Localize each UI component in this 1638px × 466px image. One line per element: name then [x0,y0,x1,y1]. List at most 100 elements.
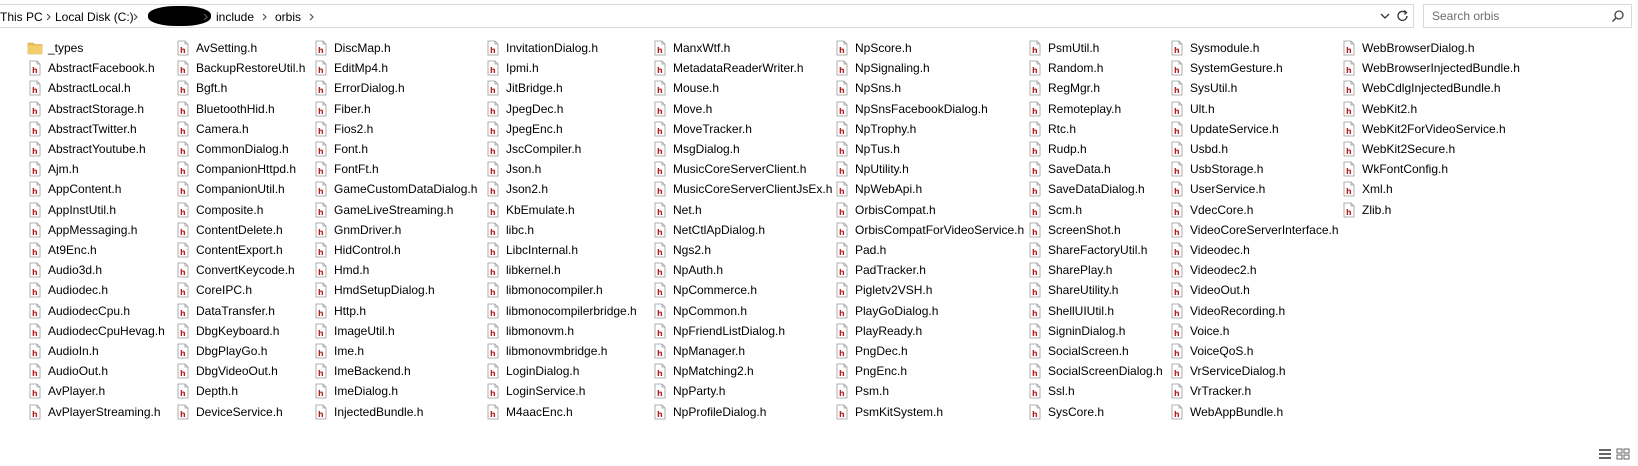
file-item[interactable]: h OrbisCompat.h [834,200,936,220]
file-item[interactable]: h NpTus.h [834,139,900,159]
file-item[interactable]: h NpProfileDialog.h [652,402,766,422]
file-item[interactable]: h At9Enc.h [27,240,97,260]
file-item[interactable]: h CommonDialog.h [175,139,289,159]
file-item[interactable]: h Rtc.h [1027,119,1076,139]
file-item[interactable]: h NpSnsFacebookDialog.h [834,99,988,119]
file-item[interactable]: h SysCore.h [1027,402,1104,422]
file-item[interactable]: h SigninDialog.h [1027,321,1125,341]
file-item[interactable]: h NpCommerce.h [652,280,757,300]
file-item[interactable]: h libmonovm.h [485,321,574,341]
search-input[interactable] [1432,8,1602,24]
file-item[interactable]: h Audiodec.h [27,280,108,300]
file-item[interactable]: h SysUtil.h [1169,78,1237,98]
file-item[interactable]: h libc.h [485,220,534,240]
file-item[interactable]: h DbgKeyboard.h [175,321,279,341]
file-item[interactable]: h ErrorDialog.h [313,78,405,98]
file-item[interactable]: h NpTrophy.h [834,119,916,139]
file-item[interactable]: h WebBrowserDialog.h [1341,38,1475,58]
file-item[interactable]: h UpdateService.h [1169,119,1279,139]
file-item[interactable]: h ScreenShot.h [1027,220,1121,240]
file-item[interactable]: h AppContent.h [27,179,121,199]
file-item[interactable]: h M4aacEnc.h [485,402,573,422]
file-item[interactable]: h Move.h [652,99,712,119]
file-item[interactable]: h VoiceQoS.h [1169,341,1253,361]
file-item[interactable]: h JpegDec.h [485,99,563,119]
file-item[interactable]: h GameCustomDataDialog.h [313,179,477,199]
file-item[interactable]: h ManxWtf.h [652,38,730,58]
file-item[interactable]: h SaveDataDialog.h [1027,179,1145,199]
file-item[interactable]: h DeviceService.h [175,402,283,422]
file-item[interactable]: h Remoteplay.h [1027,99,1121,119]
file-item[interactable]: h WebKit2.h [1341,99,1417,119]
file-item[interactable]: h NpSignaling.h [834,58,930,78]
file-item[interactable]: h AbstractTwitter.h [27,119,137,139]
file-item[interactable]: h Videodec.h [1169,240,1250,260]
file-item[interactable]: h MusicCoreServerClient.h [652,159,806,179]
file-item[interactable]: h PadTracker.h [834,260,926,280]
file-item[interactable]: h ContentExport.h [175,240,283,260]
file-item[interactable]: h VideoRecording.h [1169,301,1285,321]
breadcrumb-separator-icon[interactable] [44,9,54,25]
file-item[interactable]: h SystemGesture.h [1169,58,1283,78]
file-item[interactable]: h Camera.h [175,119,249,139]
file-item[interactable]: h Rudp.h [1027,139,1087,159]
breadcrumb-separator-icon[interactable] [131,9,141,25]
file-item[interactable]: h JitBridge.h [485,78,563,98]
file-item[interactable]: h Random.h [1027,58,1103,78]
file-item[interactable]: h RegMgr.h [1027,78,1100,98]
file-item[interactable]: h WebAppBundle.h [1169,402,1283,422]
file-item[interactable]: h WkFontConfig.h [1341,159,1448,179]
file-item[interactable]: h Ssl.h [1027,381,1075,401]
file-item[interactable]: h AudiodecCpuHevag.h [27,321,165,341]
file-item[interactable]: h AudiodecCpu.h [27,301,130,321]
breadcrumb-local-disk[interactable]: Local Disk (C:) [55,9,134,25]
file-item[interactable]: h WebCdlgInjectedBundle.h [1341,78,1501,98]
file-item[interactable]: h MsgDialog.h [652,139,740,159]
file-item[interactable]: h VideoOut.h [1169,280,1250,300]
file-item[interactable]: h LoginDialog.h [485,361,579,381]
file-item[interactable]: h CoreIPC.h [175,280,252,300]
file-item[interactable]: h FontFt.h [313,159,379,179]
file-item[interactable]: h Psm.h [834,381,889,401]
file-item[interactable]: h AvSetting.h [175,38,257,58]
file-item[interactable]: h Mouse.h [652,78,719,98]
file-item[interactable]: h SocialScreen.h [1027,341,1129,361]
file-item[interactable]: h Depth.h [175,381,238,401]
file-item[interactable]: h AbstractFacebook.h [27,58,155,78]
file-item[interactable]: h Font.h [313,139,368,159]
file-item[interactable]: h ImageUtil.h [313,321,395,341]
file-item[interactable]: h NpCommon.h [652,301,747,321]
file-item[interactable]: h Voice.h [1169,321,1229,341]
chevron-down-icon[interactable] [1376,7,1394,25]
file-item[interactable]: h Fiber.h [313,99,371,119]
file-item[interactable]: h Http.h [313,301,366,321]
file-item[interactable]: h DataTransfer.h [175,301,275,321]
file-item[interactable]: h NpManager.h [652,341,745,361]
file-item[interactable]: h WebKit2ForVideoService.h [1341,119,1506,139]
file-item[interactable]: h SaveData.h [1027,159,1111,179]
file-item[interactable]: h PngEnc.h [834,361,907,381]
file-item[interactable]: h Videodec2.h [1169,260,1257,280]
file-item[interactable]: h InjectedBundle.h [313,402,423,422]
file-item[interactable]: h PsmUtil.h [1027,38,1099,58]
file-item[interactable]: h libkernel.h [485,260,561,280]
file-item[interactable]: h NpFriendListDialog.h [652,321,785,341]
file-item[interactable]: h Composite.h [175,200,263,220]
breadcrumb-this-pc[interactable]: This PC [0,9,43,25]
file-item[interactable]: h Net.h [652,200,702,220]
file-item[interactable]: h WebKit2Secure.h [1341,139,1455,159]
file-item[interactable]: h MetadataReaderWriter.h [652,58,804,78]
file-item[interactable]: h libmonovmbridge.h [485,341,607,361]
file-item[interactable]: h MusicCoreServerClientJsEx.h [652,179,832,199]
file-item[interactable]: h VideoCoreServerInterface.h [1169,220,1339,240]
file-item[interactable]: h NpScore.h [834,38,912,58]
file-item[interactable]: h VdecCore.h [1169,200,1253,220]
file-item[interactable]: h AvPlayerStreaming.h [27,402,161,422]
file-item[interactable]: h NpMatching2.h [652,361,754,381]
file-item[interactable]: h AbstractStorage.h [27,99,144,119]
file-item[interactable]: h PlayGoDialog.h [834,301,938,321]
file-item[interactable]: h Pigletv2VSH.h [834,280,932,300]
file-item[interactable]: h Bgft.h [175,78,227,98]
file-item[interactable]: h Ime.h [313,341,364,361]
search-icon[interactable] [1611,9,1625,26]
